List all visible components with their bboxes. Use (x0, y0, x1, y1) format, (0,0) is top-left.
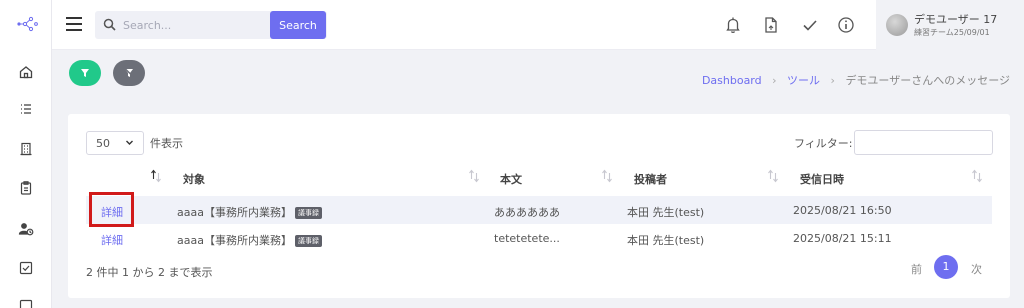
checkbox-icon[interactable] (18, 260, 34, 276)
list-icon[interactable] (18, 101, 34, 117)
user-name: デモユーザー 17 (914, 13, 998, 26)
breadcrumb-separator: › (830, 74, 835, 87)
cell-target: aaaa【事務所内業務】 議事録 (177, 204, 322, 220)
cell-received: 2025/08/21 15:11 (793, 232, 892, 245)
target-text: aaaa【事務所内業務】 (177, 206, 292, 219)
user-team: 練習チーム25/09/01 (914, 28, 990, 37)
category-badge: 議事録 (294, 235, 322, 247)
filter-label: フィルター: (794, 137, 853, 150)
detail-link[interactable]: 詳細 (101, 232, 123, 248)
column-header-body[interactable]: 本文 (500, 171, 522, 187)
page-length-select[interactable]: 50 (86, 131, 144, 155)
logo-icon[interactable] (16, 16, 38, 32)
filter-input[interactable] (854, 130, 993, 155)
sort-icon[interactable] (468, 169, 480, 183)
highlight-annotation (89, 192, 134, 227)
category-badge: 議事録 (294, 207, 322, 219)
pagination-page-1[interactable]: 1 (934, 255, 958, 279)
search-button[interactable]: Search (270, 11, 326, 39)
search-icon (103, 18, 116, 31)
top-bar: Search デモユーザー 17 練習チーム25/09/01 (52, 0, 1024, 50)
column-header-received[interactable]: 受信日時 (800, 171, 844, 187)
filter-clear-icon (124, 68, 134, 78)
breadcrumb-current: デモユーザーさんへのメッセージ (845, 74, 1010, 87)
user-clock-icon[interactable] (18, 221, 34, 237)
file-icon[interactable] (762, 16, 780, 34)
filter-button[interactable] (69, 60, 101, 86)
table-row[interactable]: 詳細 aaaa【事務所内業務】 議事録 tetetetete... 本田 先生(t… (86, 224, 992, 252)
column-header-target[interactable]: 対象 (183, 171, 205, 187)
building-icon[interactable] (18, 141, 34, 157)
target-text: aaaa【事務所内業務】 (177, 234, 292, 247)
search-input[interactable] (123, 11, 268, 39)
page-length-value: 50 (96, 137, 110, 150)
sidebar-more-icon[interactable] (18, 298, 34, 308)
sort-icon[interactable] (971, 169, 983, 183)
clipboard-icon[interactable] (18, 180, 34, 196)
cell-body: ああああああ (494, 206, 560, 219)
check-icon[interactable] (801, 16, 819, 34)
cell-poster: 本田 先生(test) (627, 206, 705, 219)
pagination-next[interactable]: 次 (971, 261, 982, 277)
sort-icon[interactable] (767, 169, 779, 183)
cell-received: 2025/08/21 16:50 (793, 204, 892, 217)
cell-target: aaaa【事務所内業務】 議事録 (177, 232, 322, 248)
avatar (886, 14, 908, 36)
chevron-down-icon (126, 140, 133, 145)
page-length-label: 件表示 (150, 137, 183, 150)
messages-card: 50 件表示 フィルター: 対象 本文 投稿者 受信日時 詳細 aaaa【事務所… (68, 114, 1010, 298)
sort-icon[interactable] (601, 169, 613, 183)
home-icon[interactable] (18, 64, 34, 80)
breadcrumb-separator: › (772, 74, 777, 87)
info-icon[interactable] (837, 16, 855, 34)
sort-icon[interactable] (150, 169, 162, 183)
user-menu[interactable]: デモユーザー 17 練習チーム25/09/01 (876, 0, 1024, 50)
table-info: 2 件中 1 から 2 まで表示 (86, 266, 213, 279)
pagination-prev[interactable]: 前 (911, 261, 922, 277)
breadcrumb-tools[interactable]: ツール (787, 74, 820, 87)
clear-filter-button[interactable] (113, 60, 145, 86)
table-row[interactable]: 詳細 aaaa【事務所内業務】 議事録 ああああああ 本田 先生(test) 20… (86, 196, 992, 224)
menu-toggle-icon[interactable] (66, 17, 82, 31)
breadcrumb: Dashboard › ツール › デモユーザーさんへのメッセージ (702, 72, 1010, 88)
breadcrumb-dashboard[interactable]: Dashboard (702, 74, 762, 87)
filter-icon (81, 69, 89, 77)
cell-body: tetetetete... (494, 232, 560, 245)
bell-icon[interactable] (724, 16, 742, 34)
sidebar (0, 0, 52, 308)
column-header-poster[interactable]: 投稿者 (634, 171, 667, 187)
cell-poster: 本田 先生(test) (627, 234, 705, 247)
